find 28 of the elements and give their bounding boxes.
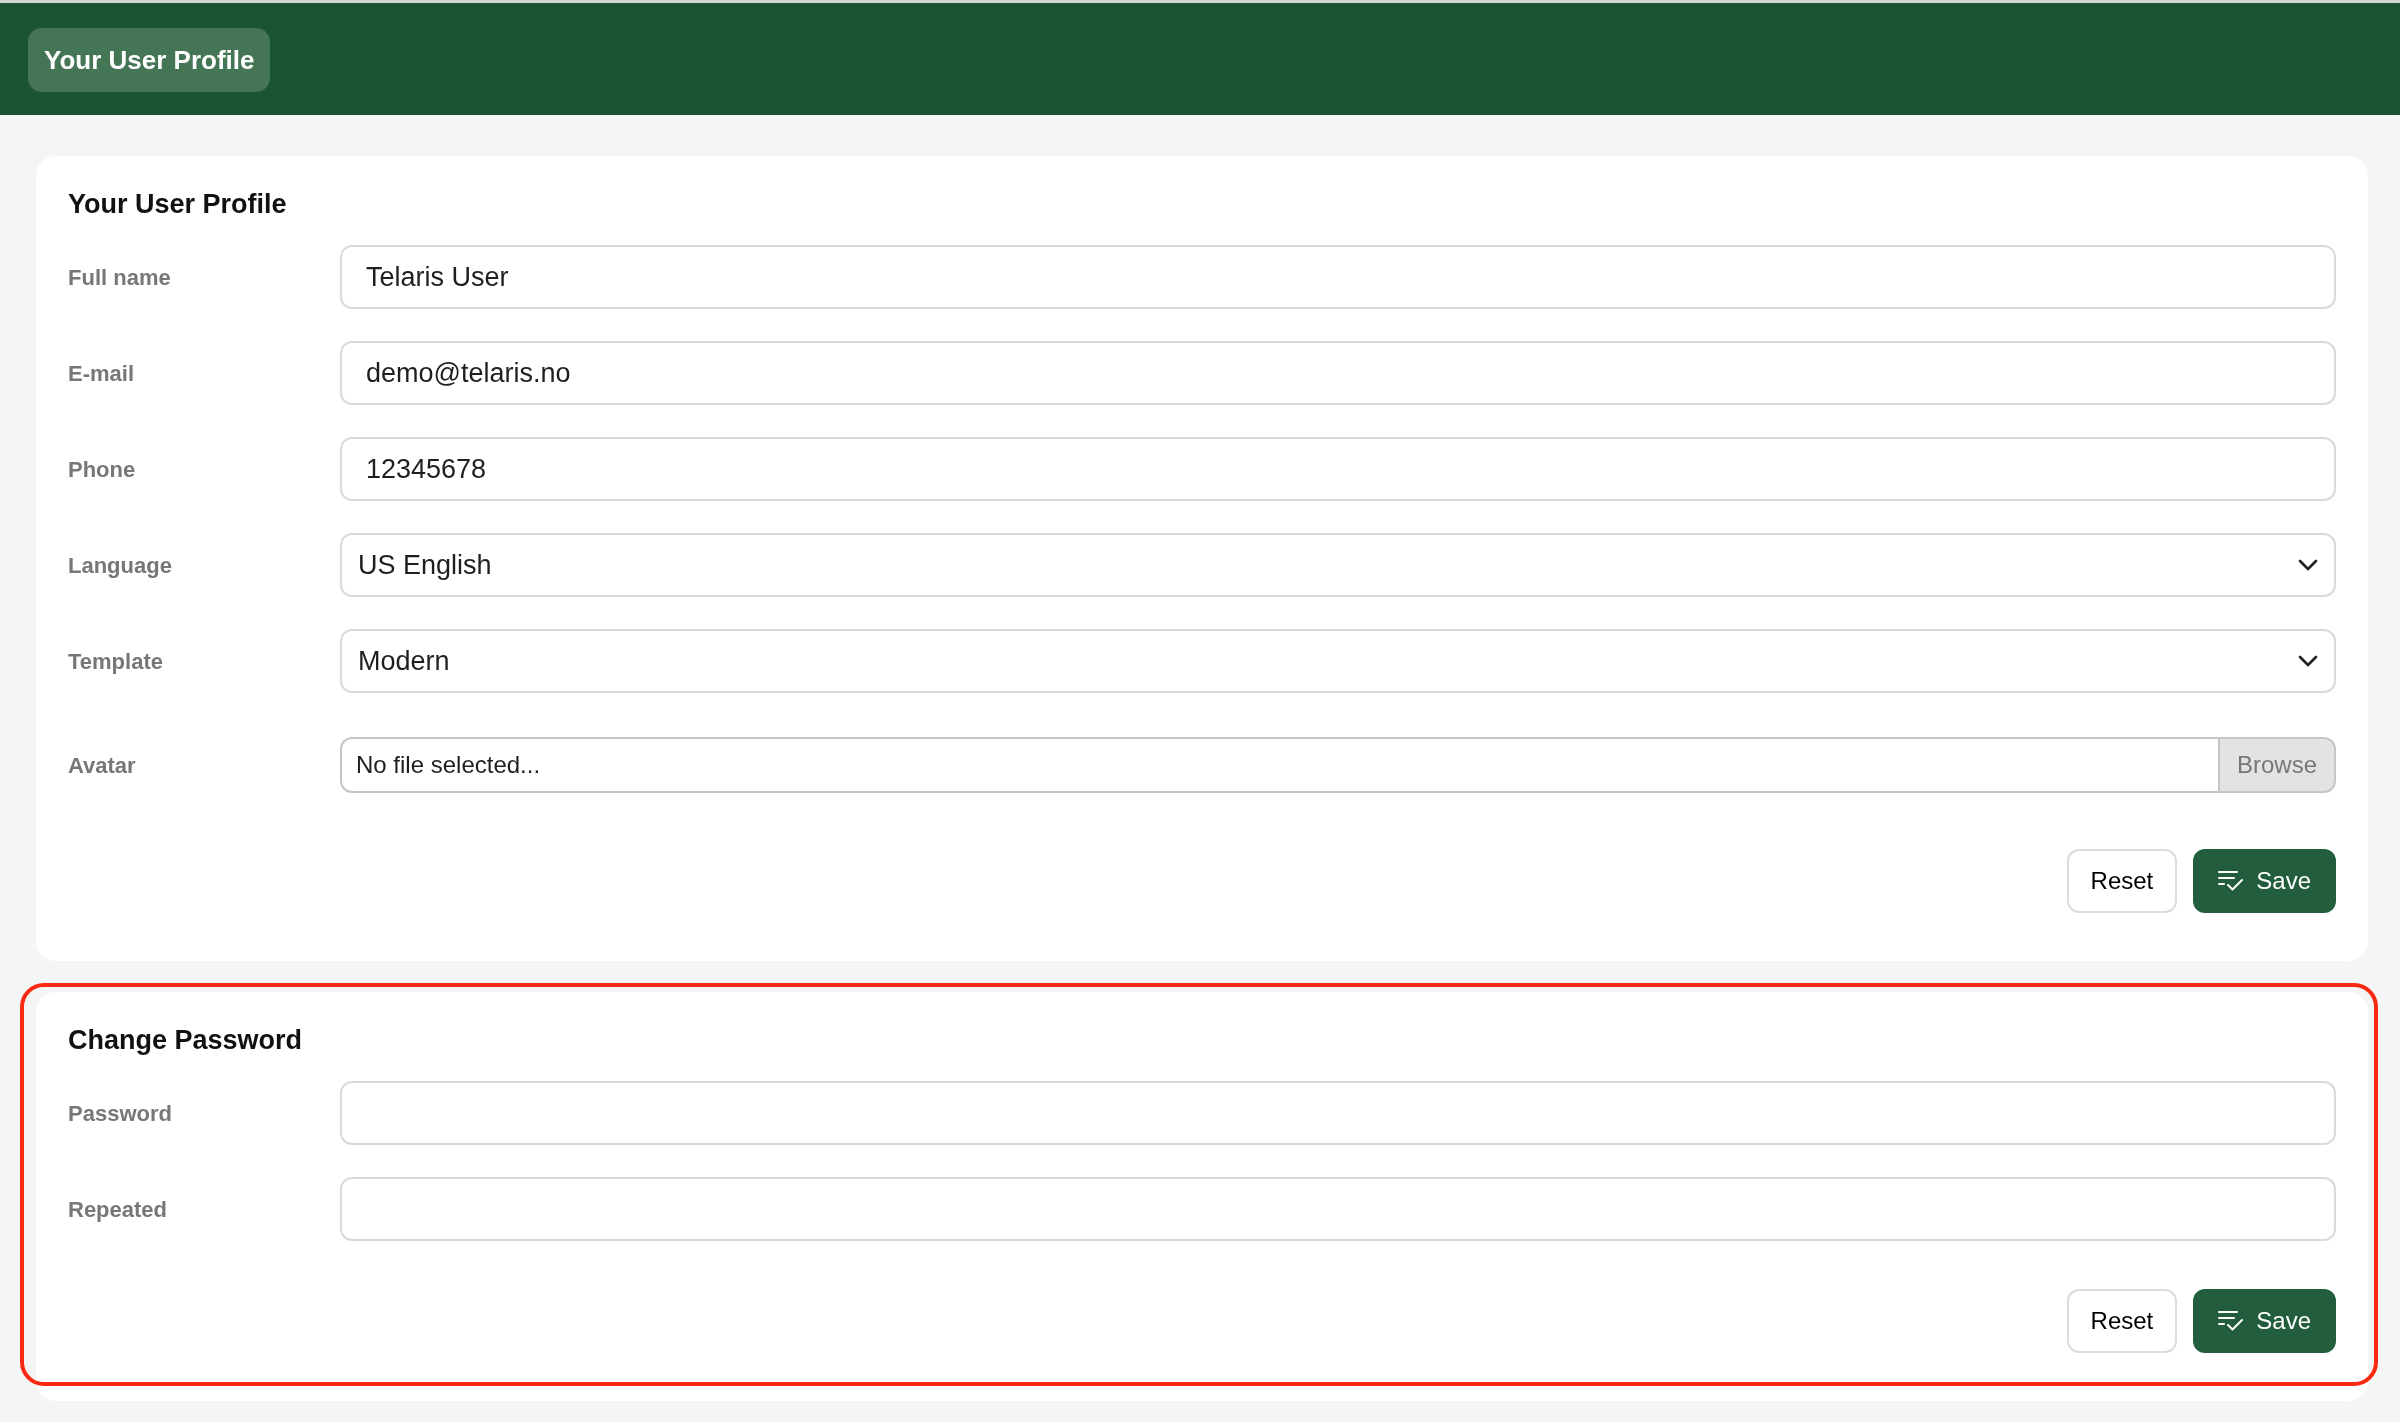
chevron-down-icon <box>2298 655 2318 667</box>
field-label: Repeated <box>68 1195 168 1224</box>
header-title: Your User Profile <box>28 28 271 92</box>
list-check-icon <box>2218 870 2245 892</box>
dropdown[interactable]: Modern <box>340 629 2336 693</box>
text-field[interactable]: demo@telaris.no <box>340 341 2336 405</box>
field-label: E-mail <box>68 359 135 388</box>
save-button[interactable]: Save <box>2193 849 2336 913</box>
section-title: Change Password <box>68 1024 303 1056</box>
dropdown[interactable]: US English <box>340 533 2336 597</box>
list-check-icon <box>2218 1310 2245 1332</box>
section-title: Your User Profile <box>68 188 287 220</box>
field-label: Language <box>68 551 172 580</box>
chevron-down-icon <box>2298 559 2318 571</box>
password-field[interactable] <box>340 1081 2336 1145</box>
file-name-field[interactable]: No file selected... <box>340 737 2218 793</box>
field-label: Password <box>68 1099 172 1128</box>
browse-button[interactable]: Browse <box>2218 737 2336 793</box>
reset-button[interactable]: Reset <box>2066 1289 2178 1353</box>
password-field[interactable] <box>340 1177 2336 1241</box>
text-field[interactable]: Telaris User <box>340 245 2336 309</box>
field-label: Template <box>68 647 163 676</box>
reset-button[interactable]: Reset <box>2066 849 2178 913</box>
field-label: Avatar <box>68 751 136 780</box>
field-label: Full name <box>68 263 171 292</box>
save-button[interactable]: Save <box>2193 1289 2336 1353</box>
text-field[interactable]: 12345678 <box>340 437 2336 501</box>
field-label: Phone <box>68 455 136 484</box>
